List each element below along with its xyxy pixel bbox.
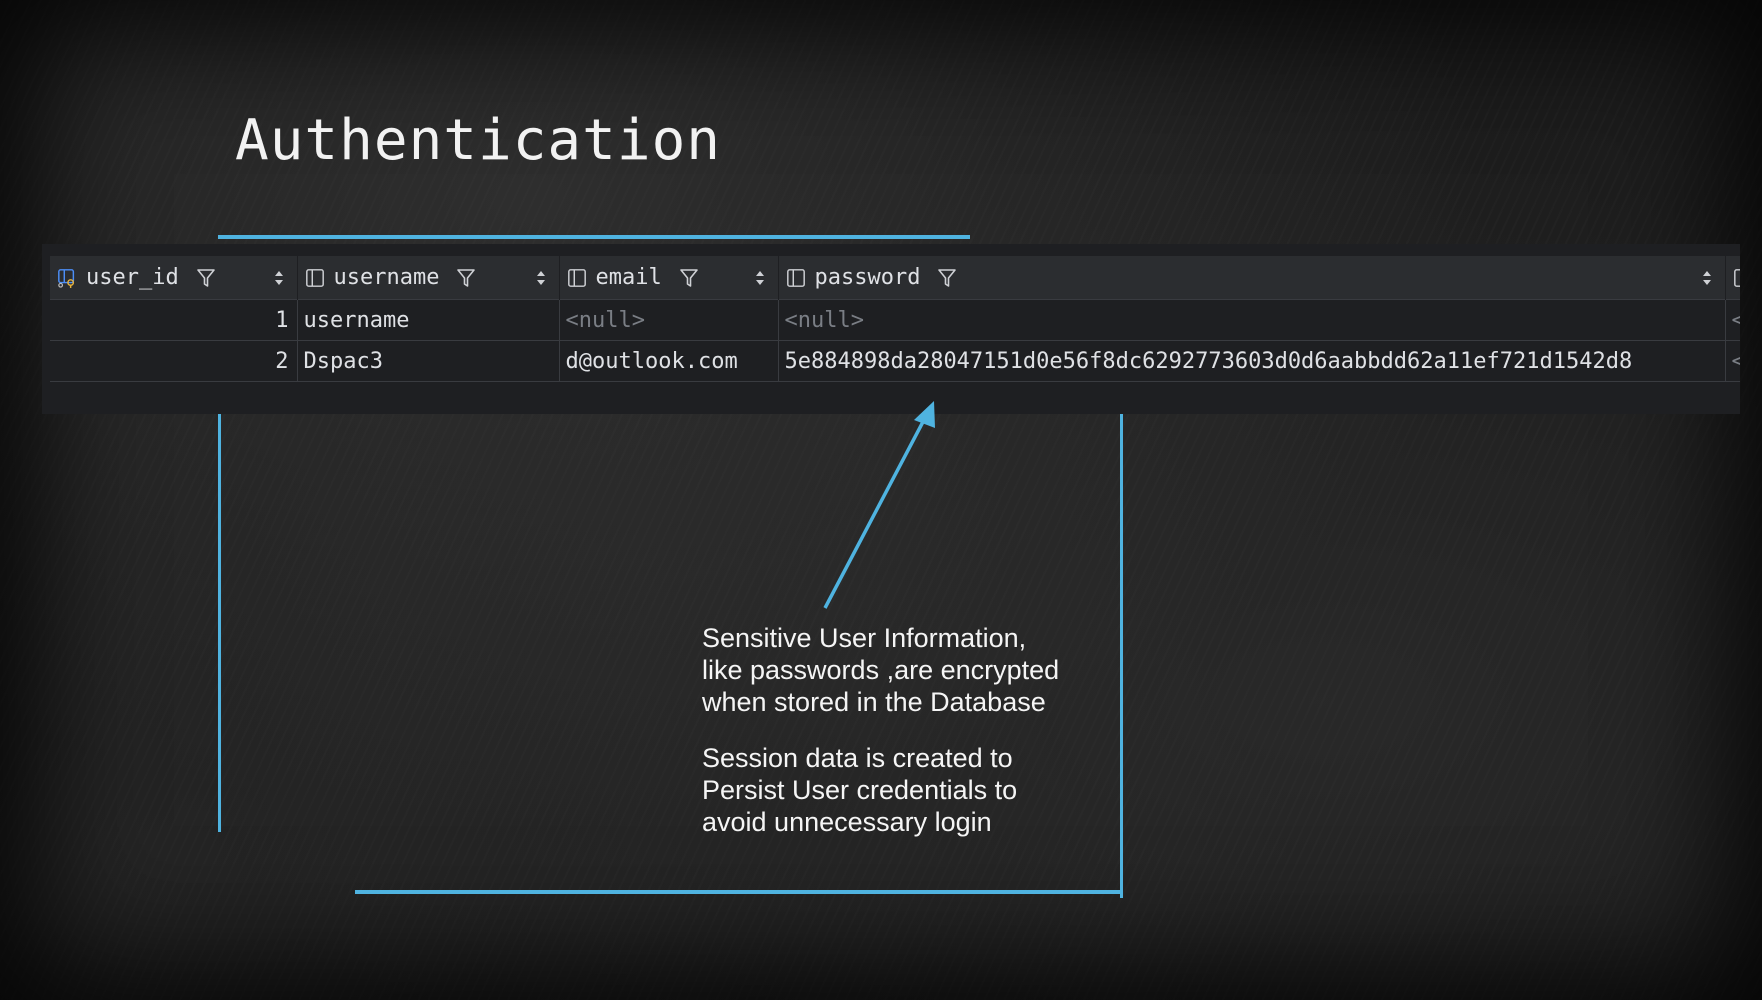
frame-left-line [218,410,221,832]
column-label: email [595,265,662,290]
filter-icon[interactable] [678,267,700,289]
cell-truncated[interactable]: < [1725,340,1740,382]
sort-icon[interactable] [1701,269,1713,287]
column-label: username [333,265,440,290]
column-icon [786,268,805,287]
column-header-truncated[interactable] [1725,256,1740,300]
table-header-row: user_id username email password [50,256,1740,300]
column-header-password[interactable]: password [778,256,1726,300]
notes-text: Sensitive User Information, like passwor… [702,622,1062,862]
row-number: 2 [50,340,298,382]
column-header-username[interactable]: username [297,256,560,300]
table-row[interactable]: 2 Dspac3 d@outlook.com 5e884898da2804715… [50,340,1740,382]
frame-right-line [1120,410,1123,898]
column-icon [1733,268,1740,287]
cell-username[interactable]: Dspac3 [297,340,560,382]
cell-email[interactable]: <null> [559,299,779,341]
cell-password[interactable]: <null> [778,299,1726,341]
primary-key-column-icon [58,268,75,288]
frame-top-line [218,235,970,239]
filter-icon[interactable] [455,267,477,289]
column-label: user_id [86,265,179,290]
cell-username[interactable]: username [297,299,560,341]
cell-password[interactable]: 5e884898da28047151d0e56f8dc6292773603d0d… [778,340,1726,382]
column-header-email[interactable]: email [559,256,779,300]
filter-icon[interactable] [195,267,217,289]
filter-icon[interactable] [936,267,958,289]
sort-icon[interactable] [754,269,766,287]
cell-email[interactable]: d@outlook.com [559,340,779,382]
row-number: 1 [50,299,298,341]
frame-bottom-line [355,890,1123,894]
column-header-user-id[interactable]: user_id [50,256,298,300]
sort-icon[interactable] [535,269,547,287]
column-icon [305,268,324,287]
sort-icon[interactable] [273,269,285,287]
table-row[interactable]: 1 username <null> <null> < [50,299,1740,341]
users-table: user_id username email password 1 userna… [50,256,1740,382]
column-icon [567,268,586,287]
column-label: password [814,265,921,290]
database-table-panel: user_id username email password 1 userna… [42,244,1740,414]
note-paragraph: Session data is created to Persist User … [702,743,1018,837]
slide-title: Authentication [235,108,722,173]
cell-truncated[interactable]: < [1725,299,1740,341]
note-paragraph: Sensitive User Information, like passwor… [702,623,1060,717]
